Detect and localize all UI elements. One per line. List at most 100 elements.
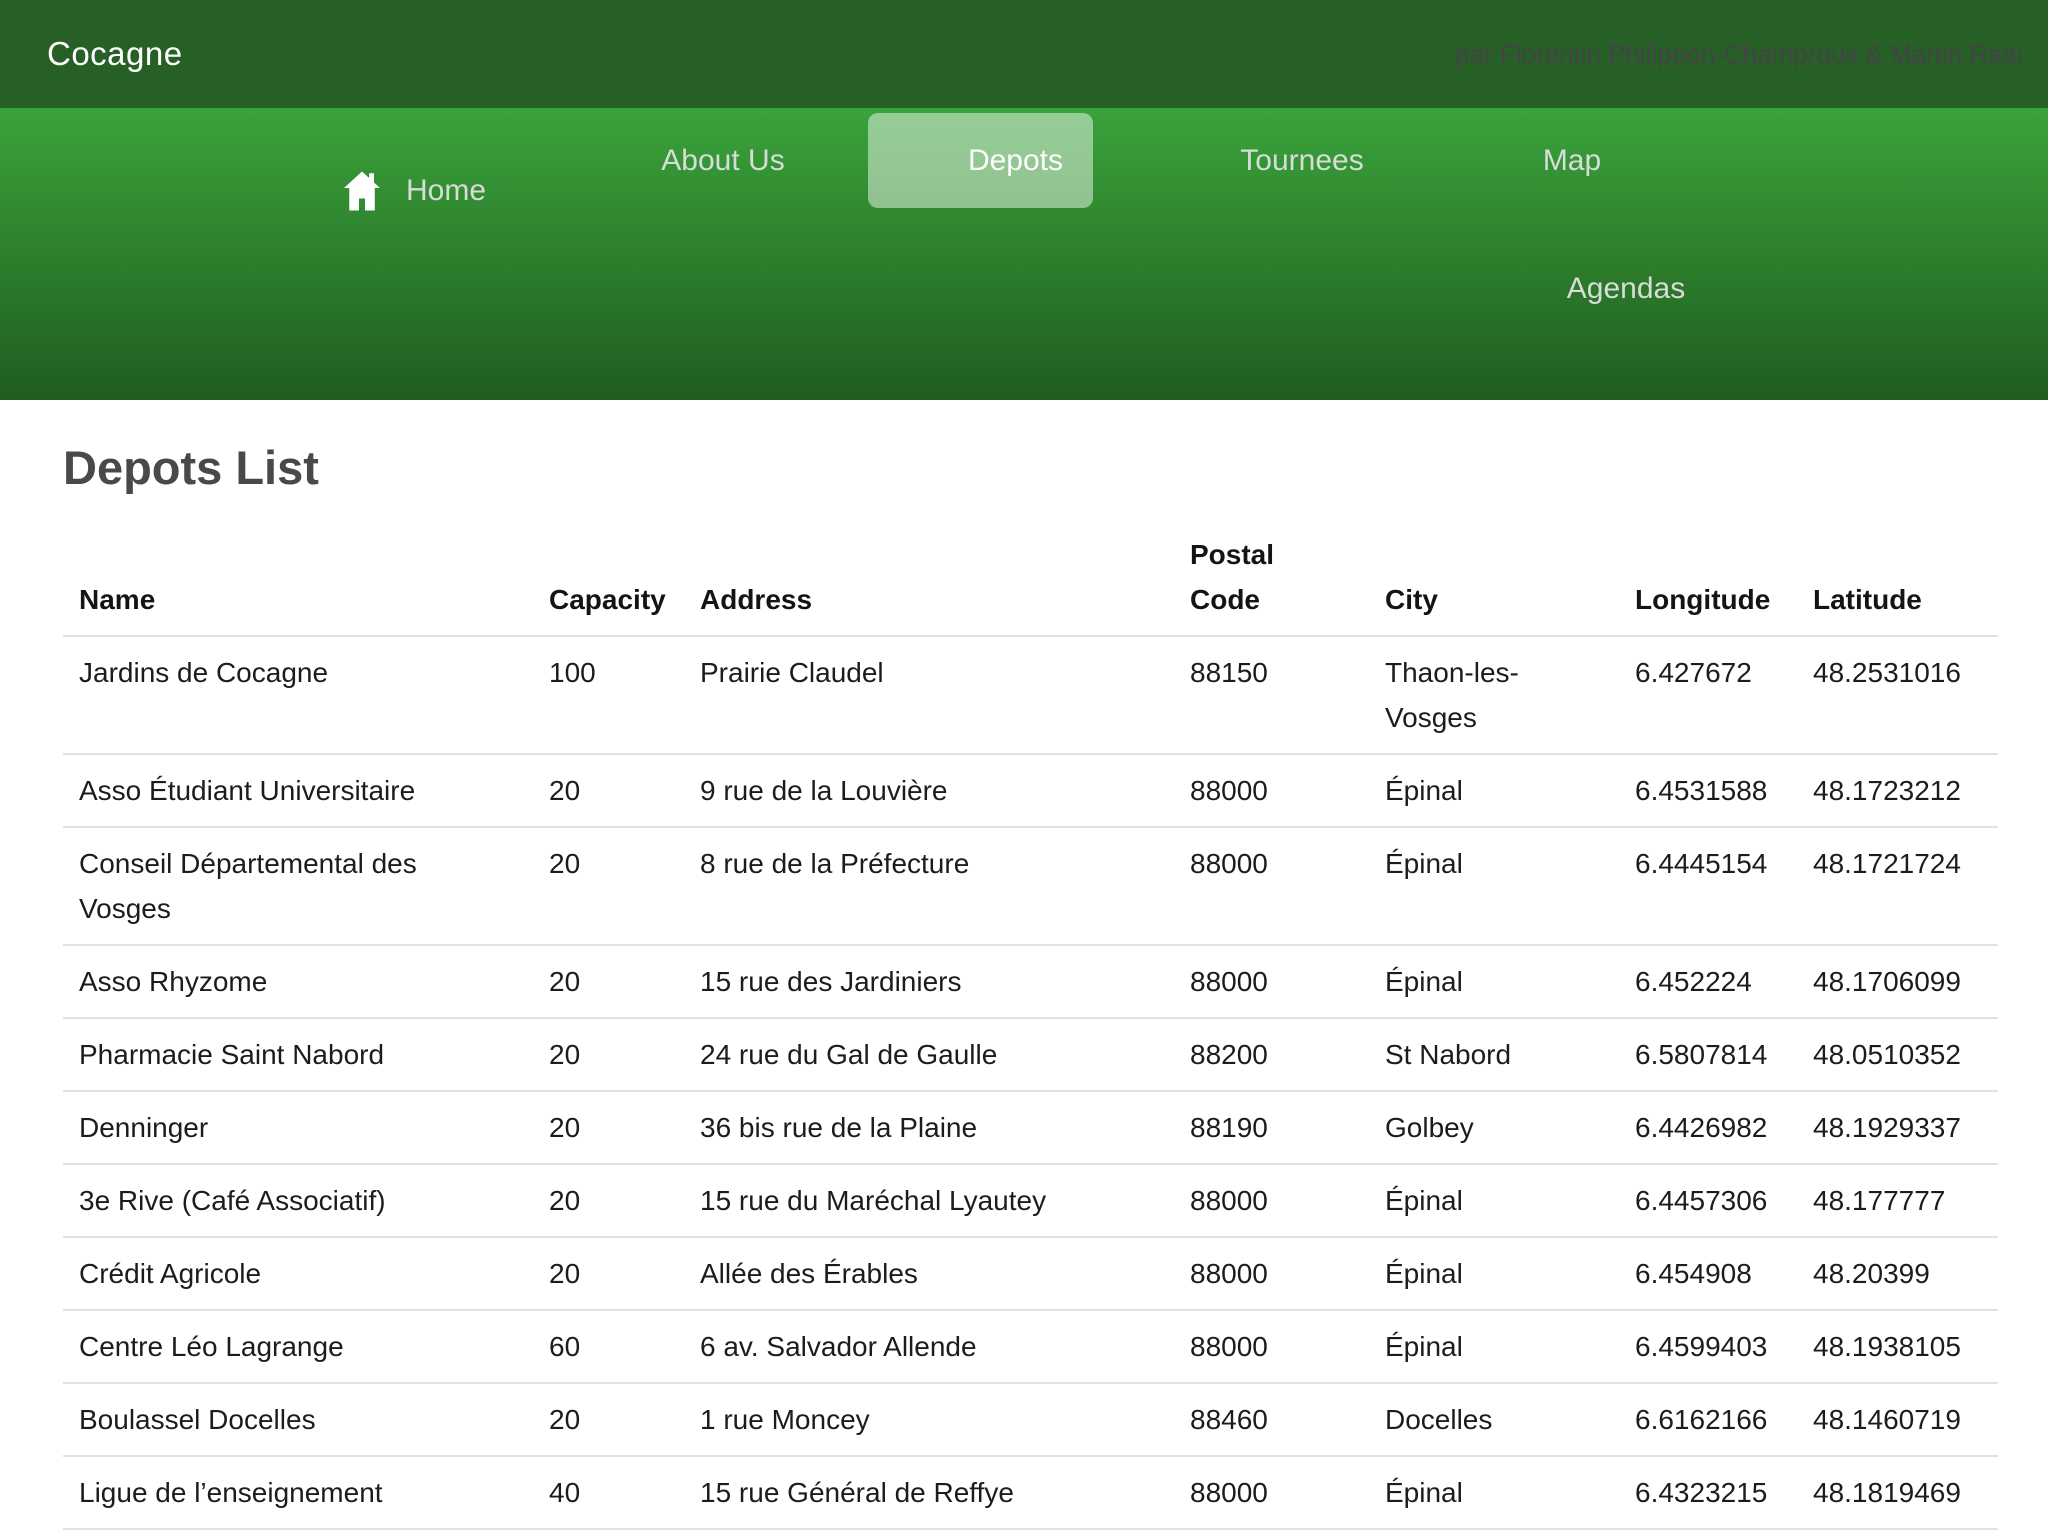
cell-longitude: 6.427672 [1619, 636, 1797, 754]
cell-longitude: 6.5807814 [1619, 1018, 1797, 1091]
col-header-city: City [1369, 519, 1619, 636]
table-row: Crédit Agricole20Allée des Érables88000É… [63, 1237, 1998, 1310]
cell-longitude: 6.6162166 [1619, 1383, 1797, 1456]
cell-latitude: 48.1819469 [1797, 1456, 1998, 1529]
cell-capacity: 20 [533, 754, 684, 827]
nav-item-about-us[interactable]: About Us [661, 144, 784, 178]
cell-capacity: 20 [533, 945, 684, 1018]
cell-address: 9 rue de la Louvière [684, 754, 1174, 827]
cell-postal-code: 88000 [1174, 945, 1369, 1018]
cell-address: Prairie Claudel [684, 636, 1174, 754]
cell-name: Boulassel Docelles [63, 1383, 533, 1456]
cell-latitude: 48.1938105 [1797, 1310, 1998, 1383]
cell-postal-code: 88000 [1174, 1237, 1369, 1310]
cell-postal-code: 88150 [1174, 636, 1369, 754]
table-header-row: Name Capacity Address Postal Code City L… [63, 519, 1998, 636]
cell-longitude: 6.4426982 [1619, 1091, 1797, 1164]
table-row: Ligue de l’enseignement4015 rue Général … [63, 1456, 1998, 1529]
col-header-address: Address [684, 519, 1174, 636]
cell-name: Conseil Départemental des Vosges [63, 827, 533, 945]
cell-longitude: 6.452224 [1619, 945, 1797, 1018]
cell-address: 24 rue du Gal de Gaulle [684, 1018, 1174, 1091]
cell-capacity: 20 [533, 1018, 684, 1091]
table-row: Boulassel Docelles201 rue Moncey88460Doc… [63, 1383, 1998, 1456]
nav-item-map[interactable]: Map [1543, 144, 1601, 178]
cell-address: 15 rue du Maréchal Lyautey [684, 1164, 1174, 1237]
cell-postal-code: 88190 [1174, 1091, 1369, 1164]
main-nav: Home About Us Depots Tournees Map Agenda… [0, 108, 2048, 400]
nav-item-home-label: Home [406, 174, 486, 208]
cell-latitude: 48.0510352 [1797, 1018, 1998, 1091]
cell-latitude: 48.2531016 [1797, 636, 1998, 754]
cell-name: Pharmacie Saint Nabord [63, 1018, 533, 1091]
nav-item-tournees[interactable]: Tournees [1240, 144, 1363, 178]
cell-name: Crédit Agricole [63, 1237, 533, 1310]
home-icon [344, 171, 380, 211]
cell-city: Épinal [1369, 1310, 1619, 1383]
cell-capacity: 60 [533, 1310, 684, 1383]
brand-link[interactable]: Cocagne [47, 35, 183, 73]
table-row: Asso Étudiant Universitaire209 rue de la… [63, 754, 1998, 827]
cell-name: Ligue de l’enseignement [63, 1456, 533, 1529]
cell-capacity: 40 [533, 1456, 684, 1529]
top-bar: Cocagne par Florentin Philippon-Champrou… [0, 0, 2048, 108]
cell-latitude: 48.20399 [1797, 1237, 1998, 1310]
cell-address: 15 rue Général de Reffye [684, 1456, 1174, 1529]
cell-latitude: 48.1929337 [1797, 1091, 1998, 1164]
cell-name: Centre Léo Lagrange [63, 1310, 533, 1383]
cell-address: 1 rue Moncey [684, 1383, 1174, 1456]
col-header-capacity: Capacity [533, 519, 684, 636]
col-header-postal-code: Postal Code [1174, 519, 1369, 636]
depots-table-body: Jardins de Cocagne100Prairie Claudel8815… [63, 636, 1998, 1529]
cell-latitude: 48.1460719 [1797, 1383, 1998, 1456]
cell-address: 15 rue des Jardiniers [684, 945, 1174, 1018]
depots-table: Name Capacity Address Postal Code City L… [63, 519, 1998, 1530]
cell-address: 36 bis rue de la Plaine [684, 1091, 1174, 1164]
main-content: Depots List Name Capacity Address Postal… [0, 400, 2048, 1530]
table-row: Asso Rhyzome2015 rue des Jardiniers88000… [63, 945, 1998, 1018]
cell-city: Thaon-les-Vosges [1369, 636, 1619, 754]
cell-latitude: 48.177777 [1797, 1164, 1998, 1237]
cell-city: Épinal [1369, 1237, 1619, 1310]
cell-city: Épinal [1369, 1456, 1619, 1529]
col-header-name: Name [63, 519, 533, 636]
cell-address: Allée des Érables [684, 1237, 1174, 1310]
cell-postal-code: 88000 [1174, 1164, 1369, 1237]
cell-longitude: 6.4599403 [1619, 1310, 1797, 1383]
table-row: Pharmacie Saint Nabord2024 rue du Gal de… [63, 1018, 1998, 1091]
cell-longitude: 6.4531588 [1619, 754, 1797, 827]
cell-postal-code: 88000 [1174, 1310, 1369, 1383]
cell-name: Denninger [63, 1091, 533, 1164]
cell-postal-code: 88000 [1174, 754, 1369, 827]
cell-capacity: 20 [533, 1164, 684, 1237]
cell-name: Jardins de Cocagne [63, 636, 533, 754]
cell-postal-code: 88000 [1174, 827, 1369, 945]
cell-city: Épinal [1369, 1164, 1619, 1237]
cell-latitude: 48.1706099 [1797, 945, 1998, 1018]
cell-postal-code: 88200 [1174, 1018, 1369, 1091]
cell-address: 8 rue de la Préfecture [684, 827, 1174, 945]
cell-capacity: 20 [533, 827, 684, 945]
page-title: Depots List [63, 440, 1998, 495]
cell-postal-code: 88460 [1174, 1383, 1369, 1456]
table-row: Jardins de Cocagne100Prairie Claudel8815… [63, 636, 1998, 754]
cell-name: 3e Rive (Café Associatif) [63, 1164, 533, 1237]
table-row: 3e Rive (Café Associatif)2015 rue du Mar… [63, 1164, 1998, 1237]
cell-name: Asso Étudiant Universitaire [63, 754, 533, 827]
cell-capacity: 20 [533, 1383, 684, 1456]
cell-city: Épinal [1369, 827, 1619, 945]
nav-item-agendas[interactable]: Agendas [1567, 272, 1685, 306]
nav-item-depots[interactable]: Depots [868, 113, 1093, 208]
table-row: Denninger2036 bis rue de la Plaine88190G… [63, 1091, 1998, 1164]
byline-text: par Florentin Philippon-Champroux & Mart… [1455, 39, 2023, 70]
cell-longitude: 6.4323215 [1619, 1456, 1797, 1529]
cell-capacity: 20 [533, 1091, 684, 1164]
table-row: Conseil Départemental des Vosges208 rue … [63, 827, 1998, 945]
nav-item-home[interactable]: Home [344, 169, 486, 213]
cell-address: 6 av. Salvador Allende [684, 1310, 1174, 1383]
cell-name: Asso Rhyzome [63, 945, 533, 1018]
cell-capacity: 20 [533, 1237, 684, 1310]
col-header-latitude: Latitude [1797, 519, 1998, 636]
cell-city: Golbey [1369, 1091, 1619, 1164]
cell-longitude: 6.4445154 [1619, 827, 1797, 945]
